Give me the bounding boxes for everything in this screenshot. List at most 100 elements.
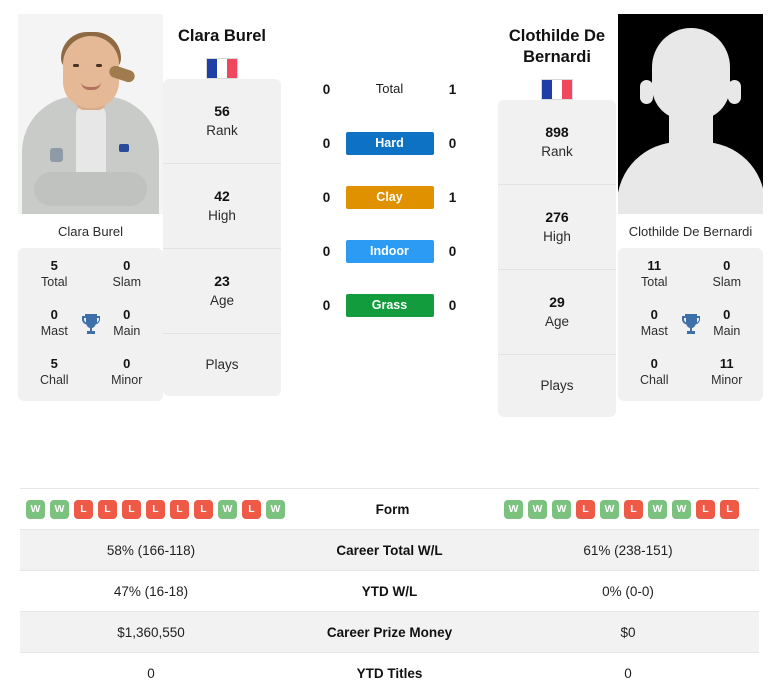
head-to-head-column: 0 Total 1 0 Hard 0 0 Clay 1 0 Indoor 0 0 Grass 0 <box>281 0 498 332</box>
table-row: $1,360,550 Career Prize Money $0 <box>20 611 759 652</box>
h2h-right-score: 0 <box>448 297 457 313</box>
h2h-comparison-page: Clara Burel 5 Total 0 Slam 0 Mast 0 Main… <box>0 0 779 699</box>
table-row: W W L L L L L L W L W Form W W W L W L W W L L <box>20 488 759 529</box>
form-badge[interactable]: L <box>170 499 189 519</box>
h2h-right-score: 0 <box>448 243 457 259</box>
surface-pill-clay: Clay <box>345 185 434 209</box>
h2h-left-score: 0 <box>322 243 331 259</box>
form-badge[interactable]: L <box>122 499 141 519</box>
left-high-cell: 42 High <box>163 164 281 249</box>
h2h-row-grass: 0 Grass 0 <box>281 278 498 332</box>
surface-pill-indoor: Indoor <box>345 239 434 263</box>
right-titles-total: 11 Total <box>641 258 668 289</box>
left-age-cell: 23 Age <box>163 249 281 334</box>
h2h-left-score: 0 <box>322 189 331 205</box>
left-player-name-block: Clara Burel <box>163 0 281 79</box>
trophy-icon <box>681 313 700 334</box>
form-badge[interactable]: W <box>672 499 691 519</box>
form-badge[interactable]: L <box>720 499 739 519</box>
right-titles-chall: 0 Chall <box>640 356 669 387</box>
right-form-badges: WWWLWLWWLL <box>500 499 759 519</box>
h2h-total-label: Total <box>375 81 404 96</box>
form-badge[interactable]: L <box>576 499 595 519</box>
left-ytd_wl-cell: 47% (16-18) <box>113 583 189 599</box>
left-rank-cell: 56 Rank <box>163 79 281 164</box>
form-badge[interactable]: W <box>50 499 69 519</box>
table-row: 58% (166-118) Career Total W/L 61% (238-15… <box>20 529 759 570</box>
form-badge[interactable]: L <box>696 499 715 519</box>
left-ytd_titles-cell: 0 <box>147 665 155 681</box>
table-row: 0 YTD Titles 0 <box>20 652 759 693</box>
right-age-cell: 29 Age <box>498 270 616 355</box>
right-plays-cell: Plays <box>540 378 574 393</box>
form-badge[interactable]: L <box>74 499 93 519</box>
left-plays-cell: Plays <box>205 357 239 372</box>
left-form-cell: WWLLLLLLWLW <box>20 499 285 519</box>
right-career_total_wl-cell: 61% (238-151) <box>583 542 673 558</box>
stats-comparison-table: W W L L L L L L W L W Form W W W L W L W W L L 58% (166-118) Ca… <box>20 488 759 693</box>
right-player-rank-card: 898 Rank 276 High 29 Age Plays <box>498 100 616 417</box>
left-titles-chall: 5 Chall <box>40 356 69 387</box>
h2h-left-score: 0 <box>322 135 331 151</box>
stat-label: YTD Titles <box>356 665 423 681</box>
form-badge[interactable]: L <box>242 499 261 519</box>
left-player-photo-column: Clara Burel 5 Total 0 Slam 0 Mast 0 Main… <box>0 0 163 401</box>
h2h-right-score: 1 <box>448 81 457 97</box>
form-badge[interactable]: W <box>552 499 571 519</box>
trophy-icon <box>81 313 100 334</box>
left-titles-minor: 0 Minor <box>111 356 143 387</box>
form-badge[interactable]: L <box>146 499 165 519</box>
h2h-surface-label: Hard <box>345 131 434 155</box>
left-player-titles-box: 5 Total 0 Slam 0 Mast 0 Main 5 Chall 0 M… <box>18 248 163 401</box>
table-row: 47% (16-18) YTD W/L 0% (0-0) <box>20 570 759 611</box>
h2h-row-total: 0 Total 1 <box>281 62 498 116</box>
left-player-name: Clara Burel <box>177 27 267 45</box>
form-badge[interactable]: W <box>528 499 547 519</box>
h2h-row-clay: 0 Clay 1 <box>281 170 498 224</box>
right-rank-cell: 898 Rank <box>498 100 616 185</box>
h2h-row-indoor: 0 Indoor 0 <box>281 224 498 278</box>
right-ytd_titles-cell: 0 <box>624 665 632 681</box>
h2h-surface-label: Indoor <box>345 239 434 263</box>
right-career_prize_money-cell: $0 <box>620 624 636 640</box>
h2h-surface-label: Grass <box>345 293 434 317</box>
players-compare-section: Clara Burel 5 Total 0 Slam 0 Mast 0 Main… <box>0 0 779 478</box>
left-player-flag-icon <box>206 58 238 79</box>
left-career_prize_money-cell: $1,360,550 <box>117 624 185 640</box>
h2h-left-score: 0 <box>322 81 331 97</box>
surface-pill-grass: Grass <box>345 293 434 317</box>
form-badge[interactable]: W <box>504 499 523 519</box>
right-player-rank-column: Clothilde De Bernardi 898 Rank 276 High <box>498 27 616 417</box>
form-badge[interactable]: W <box>266 499 285 519</box>
form-badge[interactable]: L <box>624 499 643 519</box>
form-badge[interactable]: W <box>26 499 45 519</box>
right-form-cell: WWWLWLWWLL <box>500 499 759 519</box>
form-badge[interactable]: L <box>98 499 117 519</box>
right-titles-minor: 11 Minor <box>711 356 743 387</box>
form-badge[interactable]: W <box>600 499 619 519</box>
left-player-rank-column: Clara Burel 56 Rank 42 High 23 Age Plays <box>163 27 281 396</box>
h2h-surface-label: Total <box>346 80 434 98</box>
left-titles-total: 5 Total <box>41 258 68 289</box>
stat-label: Career Total W/L <box>336 542 443 558</box>
right-player-name-block: Clothilde De Bernardi <box>498 0 616 100</box>
h2h-surface-label: Clay <box>345 185 434 209</box>
left-titles-slam: 0 Slam <box>112 258 141 289</box>
surface-pill-hard: Hard <box>345 131 434 155</box>
form-badge[interactable]: L <box>194 499 213 519</box>
left-player-photo <box>18 14 163 214</box>
form-badge[interactable]: W <box>648 499 667 519</box>
h2h-right-score: 1 <box>448 189 457 205</box>
right-ytd_wl-cell: 0% (0-0) <box>602 583 654 599</box>
left-player-photo-caption: Clara Burel <box>57 224 124 239</box>
right-player-photo-caption: Clothilde De Bernardi <box>628 224 753 239</box>
right-titles-slam: 0 Slam <box>712 258 741 289</box>
right-player-photo <box>618 14 763 214</box>
form-badge[interactable]: W <box>218 499 237 519</box>
stat-label: YTD W/L <box>361 583 418 599</box>
left-form-badges: WWLLLLLLWLW <box>20 499 285 519</box>
right-player-flag-icon <box>541 79 573 100</box>
h2h-right-score: 0 <box>448 135 457 151</box>
h2h-left-score: 0 <box>322 297 331 313</box>
right-player-titles-box: 11 Total 0 Slam 0 Mast 0 Main 0 Chall 11… <box>618 248 763 401</box>
